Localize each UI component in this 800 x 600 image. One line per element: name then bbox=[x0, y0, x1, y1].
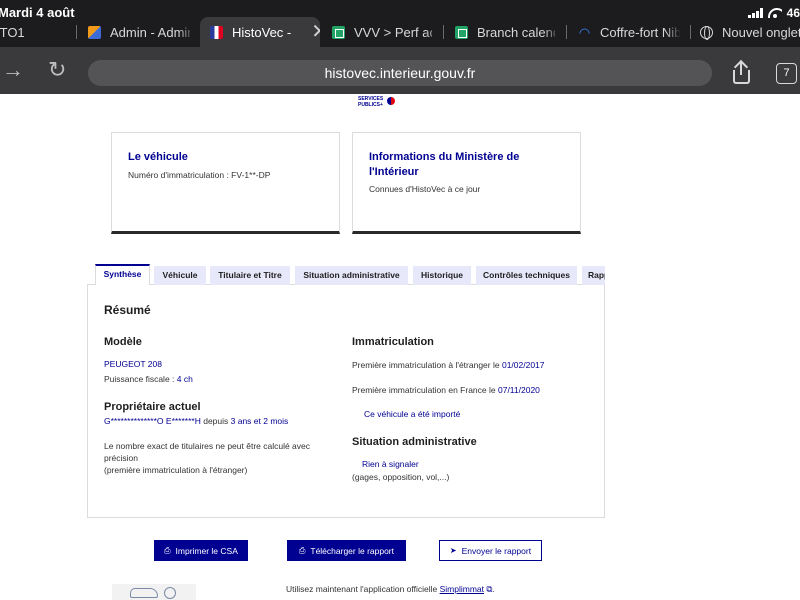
tab-vehicule[interactable]: Véhicule bbox=[154, 266, 206, 285]
tab-label: Branch calend bbox=[477, 24, 555, 40]
foreign-registration: Première immatriculation à l'étranger le… bbox=[352, 360, 545, 370]
send-report-button[interactable]: ➤ Envoyer le rapport bbox=[439, 540, 542, 561]
owner-duration: 3 ans et 2 mois bbox=[230, 416, 289, 426]
browser-tab-branch[interactable]: Branch calend bbox=[455, 17, 555, 47]
sheets-favicon-icon bbox=[455, 25, 468, 39]
browser-tab-new[interactable]: Nouvel onglet bbox=[700, 17, 800, 47]
tab-label: ITO1 bbox=[0, 24, 25, 40]
report-tabs: Synthèse Véhicule Titulaire et Titre Sit… bbox=[95, 264, 605, 285]
browser-tab-strip: ITO1 Admin - Admin HistoVec - ✕ VVV > Pe… bbox=[0, 17, 800, 47]
france-registration: Première immatriculation en France le 07… bbox=[352, 385, 540, 395]
owner-note-3: (première immatriculation à l'étranger) bbox=[104, 465, 248, 475]
car-icon bbox=[130, 588, 158, 598]
print-csa-button[interactable]: ⎙ Imprimer le CSA bbox=[154, 540, 248, 561]
owner-note-2: précision bbox=[104, 453, 139, 463]
send-icon: ➤ bbox=[449, 546, 457, 555]
vehicle-card-title: Le véhicule bbox=[128, 151, 188, 163]
admin-favicon-icon bbox=[88, 25, 101, 39]
address-bar[interactable]: histovec.interieur.gouv.fr bbox=[88, 60, 712, 86]
browser-chrome: Mardi 4 août 46 ITO1 Admin - Admin Histo… bbox=[0, 0, 800, 94]
share-icon[interactable] bbox=[733, 59, 750, 84]
browser-tab-vvv[interactable]: VVV > Perf ach bbox=[332, 17, 432, 47]
registration-heading: Immatriculation bbox=[352, 336, 434, 348]
tab-label: Nouvel onglet bbox=[722, 24, 800, 40]
fiscal-power-value: 4 ch bbox=[176, 374, 193, 384]
registration-number: Numéro d'immatriculation : FV-1**-DP bbox=[128, 170, 271, 180]
owner-heading: Propriétaire actuel bbox=[104, 401, 201, 413]
tab-controles[interactable]: Contrôles techniques bbox=[476, 266, 577, 285]
tab-label: Admin - Admin bbox=[110, 24, 190, 40]
browser-tab-admin[interactable]: Admin - Admin bbox=[88, 17, 190, 47]
simplimmat-promo: Utilisez maintenant l'application offici… bbox=[286, 584, 495, 594]
download-report-button[interactable]: ⎙ Télécharger le rapport bbox=[287, 540, 406, 561]
ministry-card-title: Informations du Ministère de l'Intérieur bbox=[369, 151, 520, 178]
ministry-card-text: Connues d'HistoVec à ce jour bbox=[369, 184, 481, 194]
ministry-card: Informations du Ministère de l'Intérieur… bbox=[352, 132, 581, 234]
owner-name: G**************O E*******H bbox=[104, 416, 201, 426]
phone-icon bbox=[164, 587, 176, 599]
imported-vehicle-link[interactable]: Ce véhicule a été importé bbox=[364, 409, 460, 419]
tab-synthese[interactable]: Synthèse bbox=[95, 264, 150, 285]
sheets-favicon-icon bbox=[332, 25, 345, 39]
browser-toolbar: → ↻ histovec.interieur.gouv.fr 7 bbox=[0, 47, 800, 94]
tab-label: VVV > Perf ach bbox=[354, 24, 432, 40]
tab-count-button[interactable]: 7 bbox=[776, 63, 797, 84]
resume-title: Résumé bbox=[104, 303, 151, 317]
tab-label: Coffre-fort Nib bbox=[600, 24, 680, 40]
forward-arrow-icon[interactable]: → bbox=[2, 59, 24, 81]
foreign-registration-date: 01/02/2017 bbox=[501, 360, 545, 370]
tab-situation[interactable]: Situation administrative bbox=[295, 266, 408, 285]
tab-titulaire[interactable]: Titulaire et Titre bbox=[210, 266, 290, 285]
tab-separator bbox=[690, 25, 691, 39]
vehicle-card: Le véhicule Numéro d'immatriculation : F… bbox=[111, 132, 340, 234]
page-content: SERVICES PUBLICS+ Le véhicule Numéro d'i… bbox=[0, 94, 800, 600]
fiscal-power: Puissance fiscale : 4 ch bbox=[104, 374, 193, 384]
logo-mark-icon bbox=[387, 97, 395, 105]
close-tab-icon[interactable]: ✕ bbox=[311, 22, 320, 42]
tab-separator bbox=[566, 25, 567, 39]
simplimmat-illustration bbox=[112, 584, 196, 600]
france-registration-date: 07/11/2020 bbox=[497, 385, 540, 395]
model-heading: Modèle bbox=[104, 336, 142, 348]
admin-status-heading: Situation administrative bbox=[352, 436, 477, 448]
printer-icon: ⎙ bbox=[164, 545, 171, 555]
globe-icon bbox=[700, 25, 713, 40]
tab-label: HistoVec - bbox=[232, 24, 292, 40]
browser-tab-ito1[interactable]: ITO1 bbox=[0, 17, 56, 47]
coffre-favicon-icon: ◠ bbox=[578, 24, 591, 40]
tab-separator bbox=[443, 25, 444, 39]
tab-historique[interactable]: Historique bbox=[413, 266, 471, 285]
admin-status-detail: (gages, opposition, vol,...) bbox=[352, 472, 450, 482]
owner-note-1: Le nombre exact de titulaires ne peut êt… bbox=[104, 441, 311, 451]
owner-line: G**************O E*******H depuis 3 ans … bbox=[104, 416, 289, 426]
simplimmat-link[interactable]: Simplimmat bbox=[440, 584, 484, 594]
admin-status-value[interactable]: Rien à signaler bbox=[362, 459, 419, 469]
browser-tab-coffre[interactable]: ◠ Coffre-fort Nib bbox=[578, 17, 680, 47]
browser-tab-histovec[interactable]: HistoVec - ✕ bbox=[200, 17, 320, 47]
printer-icon: ⎙ bbox=[298, 545, 306, 555]
tab-separator bbox=[76, 25, 77, 39]
services-publics-logo: SERVICES PUBLICS+ bbox=[358, 96, 398, 108]
model-name: PEUGEOT 208 bbox=[104, 359, 162, 369]
tab-rapport[interactable]: Rapport bbox=[582, 266, 605, 285]
reload-icon[interactable]: ↻ bbox=[48, 59, 66, 81]
histovec-favicon-icon bbox=[210, 25, 223, 39]
